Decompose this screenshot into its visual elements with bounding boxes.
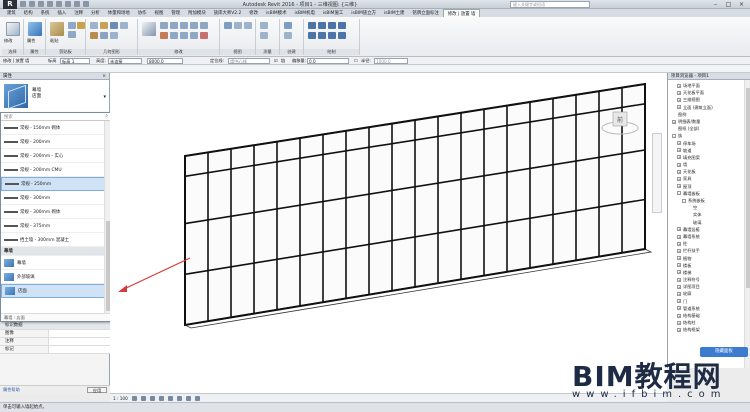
annotation-arrow (118, 257, 191, 292)
